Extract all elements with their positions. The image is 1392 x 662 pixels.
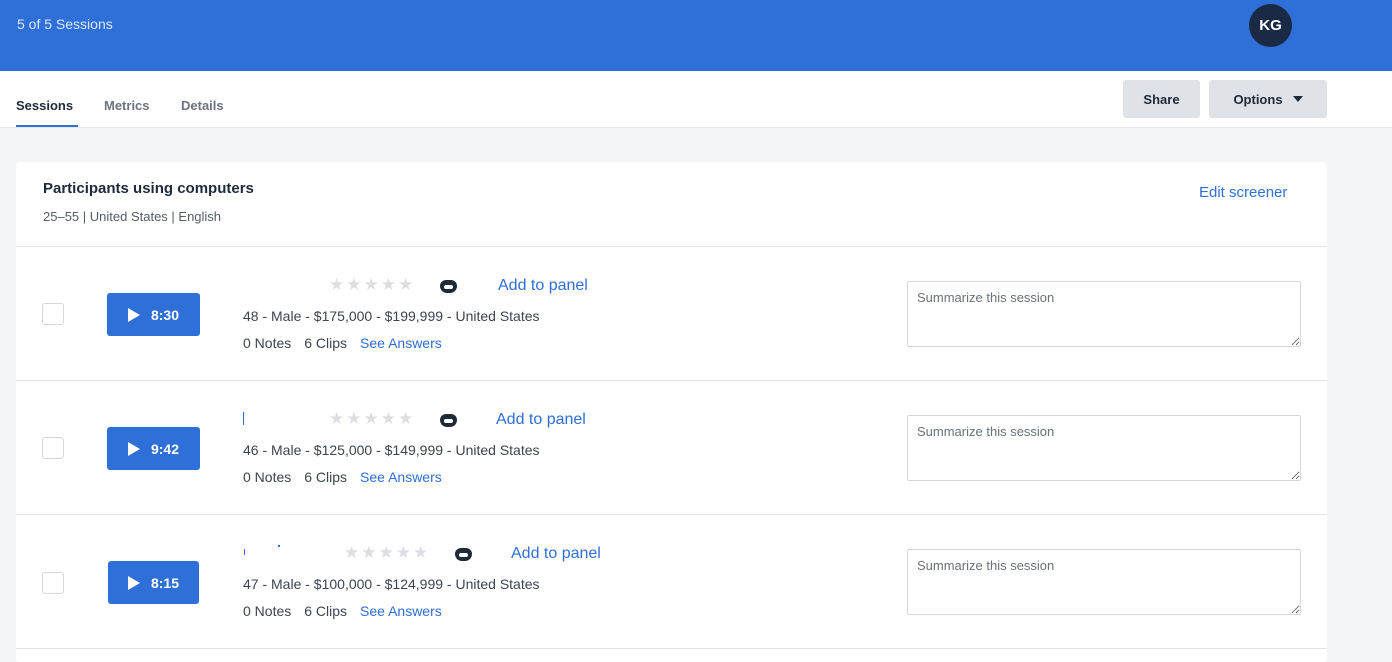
add-to-panel-link[interactable]: Add to panel — [496, 411, 586, 429]
session-checkbox[interactable] — [42, 303, 64, 325]
play-session-button[interactable]: 9:42 — [107, 427, 200, 470]
caret-down-icon — [1292, 96, 1303, 102]
session-duration: 9:42 — [150, 440, 180, 457]
sessions-card: Participants using computers 25–55 | Uni… — [16, 162, 1327, 662]
session-summary-field[interactable] — [907, 415, 1301, 481]
session-meta: 0 Notes 6 Clips See Answers — [243, 335, 442, 351]
tab-metrics[interactable]: Metrics — [104, 98, 150, 113]
screener-title: Participants using computers — [43, 180, 254, 197]
screener-header: Participants using computers 25–55 | Uni… — [16, 162, 1327, 247]
share-button[interactable]: Share — [1123, 80, 1200, 118]
play-icon — [127, 441, 140, 456]
options-dropdown-button[interactable]: Options — [1209, 80, 1327, 118]
tab-bar: Sessions Metrics Details Share Options — [0, 71, 1392, 128]
clips-count[interactable]: 6 Clips — [304, 469, 347, 485]
screener-subtitle: 25–55 | United States | English — [43, 209, 222, 224]
rating-stars[interactable]: ★★★★★ — [344, 543, 430, 563]
user-avatar[interactable]: KG — [1249, 4, 1292, 47]
tab-details[interactable]: Details — [181, 98, 224, 113]
pig-icon[interactable] — [440, 280, 457, 293]
participant-demographics: 48 - Male - $175,000 - $199,999 - United… — [243, 308, 540, 324]
session-checkbox[interactable] — [42, 437, 64, 459]
participant-demographics: 46 - Male - $125,000 - $149,999 - United… — [243, 442, 540, 458]
play-session-button[interactable]: 8:15 — [108, 561, 199, 604]
see-answers-link[interactable]: See Answers — [360, 335, 442, 351]
participant-name-placeholder — [243, 412, 244, 425]
notes-count[interactable]: 0 Notes — [243, 335, 291, 351]
active-tab-indicator — [16, 125, 78, 127]
options-button-label: Options — [1233, 91, 1283, 107]
clips-count[interactable]: 6 Clips — [304, 603, 347, 619]
session-duration: 8:30 — [150, 306, 180, 323]
share-button-label: Share — [1143, 91, 1180, 107]
session-duration: 8:15 — [150, 574, 180, 591]
notes-count[interactable]: 0 Notes — [243, 603, 291, 619]
session-summary-field[interactable] — [907, 281, 1301, 347]
add-to-panel-link[interactable]: Add to panel — [511, 545, 601, 563]
pig-icon[interactable] — [455, 548, 472, 561]
session-row: 9:42 ★★★★★ Add to panel 46 - Male - $125… — [16, 381, 1327, 515]
session-row: 8:15 ★★★★★ Add to panel 47 - Male - $100… — [16, 515, 1327, 649]
play-icon — [127, 575, 140, 590]
session-meta: 0 Notes 6 Clips See Answers — [243, 469, 442, 485]
add-to-panel-link[interactable]: Add to panel — [498, 277, 588, 295]
tab-sessions[interactable]: Sessions — [16, 98, 73, 113]
session-checkbox[interactable] — [42, 572, 64, 594]
session-row: 8:30 ★★★★★ Add to panel 48 - Male - $175… — [16, 247, 1327, 381]
participant-demographics: 47 - Male - $100,000 - $124,999 - United… — [243, 576, 540, 592]
participant-name-placeholder — [244, 549, 245, 555]
play-icon — [127, 307, 140, 322]
session-summary-field[interactable] — [907, 549, 1301, 615]
see-answers-link[interactable]: See Answers — [360, 603, 442, 619]
notes-count[interactable]: 0 Notes — [243, 469, 291, 485]
session-count-title: 5 of 5 Sessions — [17, 16, 113, 32]
edit-screener-link[interactable]: Edit screener — [1199, 184, 1287, 201]
play-session-button[interactable]: 8:30 — [107, 293, 200, 336]
rating-stars[interactable]: ★★★★★ — [329, 275, 415, 295]
participant-name-placeholder — [278, 545, 280, 547]
see-answers-link[interactable]: See Answers — [360, 469, 442, 485]
top-bar: 5 of 5 Sessions KG — [0, 0, 1392, 71]
rating-stars[interactable]: ★★★★★ — [329, 409, 415, 429]
session-meta: 0 Notes 6 Clips See Answers — [243, 603, 442, 619]
pig-icon[interactable] — [440, 414, 457, 427]
clips-count[interactable]: 6 Clips — [304, 335, 347, 351]
